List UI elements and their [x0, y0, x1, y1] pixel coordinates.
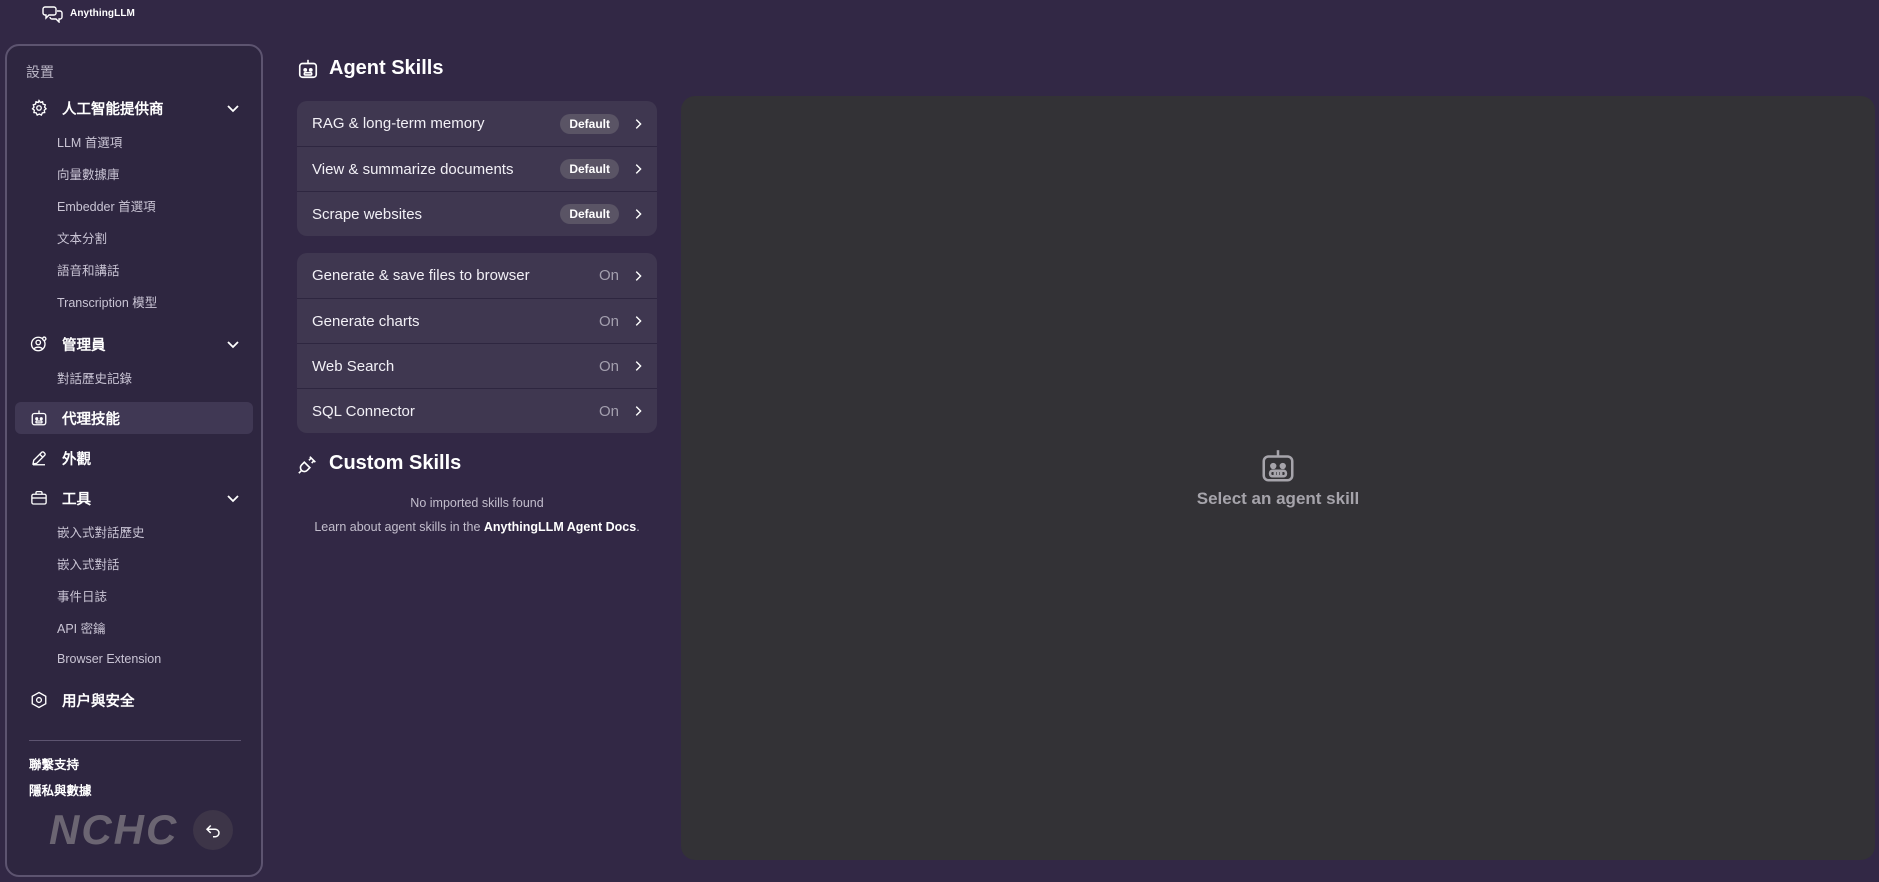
- empty-state-text: Select an agent skill: [1196, 489, 1360, 508]
- sidebar-item-agent-skills[interactable]: 代理技能: [15, 402, 253, 434]
- anythingllm-logo-icon: [42, 3, 64, 23]
- skill-row-rag-memory[interactable]: RAG & long-term memory Default: [297, 101, 657, 146]
- no-custom-skills-text: No imported skills found: [410, 496, 544, 510]
- agent-skills-header: Agent Skills: [297, 57, 443, 80]
- chevron-down-icon: [227, 495, 239, 503]
- skill-row-web-search[interactable]: Web Search On: [297, 343, 657, 388]
- chevron-right-icon: [635, 361, 642, 371]
- sidebar-group-ai-providers[interactable]: 人工智能提供商: [15, 92, 253, 124]
- skill-row-sql-connector[interactable]: SQL Connector On: [297, 388, 657, 433]
- sidebar-item-label: 外觀: [62, 451, 91, 468]
- skill-name: RAG & long-term memory: [312, 115, 485, 132]
- skill-row-save-files[interactable]: Generate & save files to browser On: [297, 253, 657, 298]
- sidebar-item-browser-extension[interactable]: Browser Extension: [57, 649, 161, 669]
- configurable-skills-card: Generate & save files to browser On Gene…: [297, 253, 657, 433]
- chevron-right-icon: [635, 118, 642, 129]
- chevron-right-icon: [635, 316, 642, 326]
- app-name: AnythingLLM: [70, 7, 135, 19]
- sidebar-item-api-keys[interactable]: API 密鑰: [57, 617, 106, 637]
- skill-name: Generate & save files to browser: [312, 267, 530, 284]
- chevron-right-icon: [635, 406, 642, 416]
- sidebar-item-chat-history[interactable]: 對話歷史記錄: [57, 367, 132, 387]
- skill-status: On: [598, 357, 619, 375]
- default-badge: Default: [560, 159, 619, 179]
- default-badge: Default: [560, 113, 619, 134]
- page-title: Agent Skills: [329, 57, 444, 79]
- chevron-right-icon: [635, 209, 642, 219]
- learn-prefix: Learn about agent skills in the: [314, 520, 481, 534]
- sidebar-item-text-splitting[interactable]: 文本分割: [57, 227, 107, 247]
- default-skills-card: RAG & long-term memory Default View & su…: [297, 101, 657, 236]
- undo-arrow-icon: [205, 824, 220, 838]
- default-badge: Default: [560, 204, 619, 224]
- sidebar-group-tools[interactable]: 工具: [15, 482, 253, 514]
- skill-name: SQL Connector: [312, 402, 415, 420]
- sidebar-item-vector-database[interactable]: 向量數據庫: [57, 163, 120, 183]
- skill-status: On: [598, 312, 619, 330]
- nchc-logo: NCHC: [47, 806, 187, 855]
- briefcase-icon: [29, 488, 49, 508]
- sidebar-item-label: 代理技能: [62, 411, 120, 428]
- skill-status: On: [598, 267, 619, 284]
- back-button[interactable]: [193, 810, 233, 850]
- skill-name: Scrape websites: [312, 205, 423, 223]
- agent-docs-link[interactable]: AnythingLLM Agent Docs: [484, 520, 636, 534]
- sidebar-item-embed-chat-history[interactable]: 嵌入式對話歷史: [57, 521, 145, 541]
- custom-skills-learn-text: Learn about agent skills in the Anything…: [297, 520, 657, 534]
- chevron-down-icon: [227, 105, 239, 113]
- sidebar-heading: 設置: [26, 64, 54, 80]
- sidebar-item-llm-preference[interactable]: LLM 首選項: [57, 131, 122, 151]
- sidebar-item-embedder-preference[interactable]: Embedder 首選項: [57, 195, 156, 215]
- sidebar-item-appearance[interactable]: 外觀: [15, 442, 253, 474]
- shield-hexagon-icon: [29, 690, 49, 710]
- skill-row-summarize-documents[interactable]: View & summarize documents Default: [297, 146, 657, 191]
- empty-state: Select an agent skill: [681, 447, 1875, 509]
- skill-name: View & summarize documents: [312, 160, 514, 178]
- gear-icon: [29, 98, 49, 118]
- chevron-right-icon: [635, 164, 642, 174]
- sidebar-group-label: 管理員: [62, 337, 106, 354]
- privacy-data-link[interactable]: 隱私與數據: [29, 780, 92, 799]
- chevron-down-icon: [227, 341, 239, 349]
- user-circle-gear-icon: [29, 334, 49, 354]
- skill-name: Web Search: [312, 357, 395, 375]
- sidebar-group-label: 人工智能提供商: [62, 101, 164, 118]
- pencil-icon: [29, 448, 49, 468]
- custom-skills-title: Custom Skills: [329, 452, 462, 474]
- sidebar-divider: [29, 740, 241, 741]
- sidebar-item-embed-chat[interactable]: 嵌入式對話: [57, 553, 120, 573]
- sidebar-item-label: 用户與安全: [62, 693, 135, 710]
- skill-detail-panel: Select an agent skill: [681, 96, 1875, 860]
- robot-icon: [1262, 450, 1294, 482]
- robot-icon: [298, 59, 318, 78]
- chevron-right-icon: [635, 270, 642, 281]
- app-brand: AnythingLLM: [42, 2, 135, 24]
- nchc-logo-text: NCHC: [49, 808, 178, 850]
- skill-status: On: [598, 402, 619, 420]
- contact-support-link[interactable]: 聯繫支持: [29, 754, 79, 773]
- custom-skills-header: Custom Skills: [297, 452, 461, 475]
- sidebar-group-admin[interactable]: 管理員: [15, 328, 253, 360]
- skill-name: Generate charts: [312, 312, 420, 330]
- sidebar-item-event-logs[interactable]: 事件日誌: [57, 585, 107, 605]
- sidebar-item-transcription-model[interactable]: Transcription 模型: [57, 291, 157, 311]
- learn-suffix: .: [636, 520, 640, 534]
- sidebar-group-label: 工具: [62, 491, 91, 508]
- skill-row-scrape-websites[interactable]: Scrape websites Default: [297, 191, 657, 236]
- robot-icon: [29, 408, 49, 428]
- sidebar-item-users-security[interactable]: 用户與安全: [15, 684, 253, 716]
- plug-icon: [298, 455, 316, 474]
- sidebar-item-voice-speech[interactable]: 語音和講話: [57, 259, 120, 279]
- skill-row-generate-charts[interactable]: Generate charts On: [297, 298, 657, 343]
- settings-sidebar: 設置 人工智能提供商 LLM 首選項 向量數據庫 Embedder 首選項 文本…: [5, 44, 263, 877]
